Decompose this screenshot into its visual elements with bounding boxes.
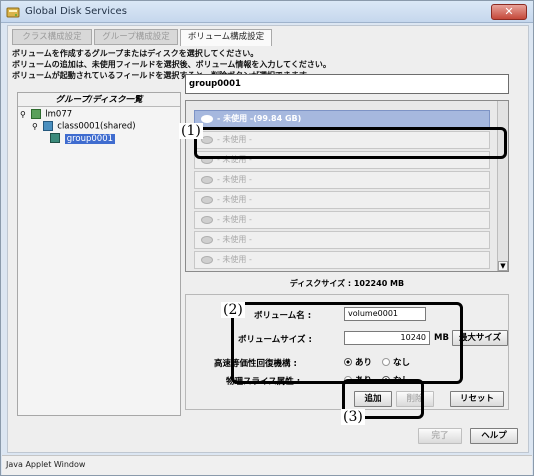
callout-label-2: (2) [221,302,245,318]
close-button[interactable]: ✕ [491,4,527,20]
instruction-line: ボリュームを作成するグループまたはディスクを選択してください。 [12,49,259,58]
volume-disk-icon [201,256,213,264]
callout-box-1 [194,127,507,159]
group-disk-tree: グループ/ディスク一覧 ⚲ lm077 ⚲ class0001(shared) … [17,92,181,416]
tree-item-label: group0001 [64,133,116,144]
disk-size-label: ディスクサイズ : 102240 MB [289,279,405,288]
tree-item-class[interactable]: ⚲ class0001(shared) [32,121,136,132]
callout-label-3: (3) [341,409,365,425]
volume-row-label: - 未使用 - [217,195,252,204]
tab-class-config[interactable]: クラス構成設定 [12,29,92,45]
volume-row-label: - 未使用 -(99.84 GB) [217,114,302,123]
tree-header: グループ/ディスク一覧 [18,93,180,107]
volume-list: - 未使用 -(99.84 GB) - 未使用 - - 未使用 - - 未使用 … [185,100,509,272]
callout-box-2 [231,302,463,384]
status-bar: Java Applet Window [2,455,532,475]
app-disk-icon [6,7,20,18]
volume-disk-icon [201,176,213,184]
title-bar: Global Disk Services ✕ [1,1,533,23]
volume-row-label: - 未使用 - [217,255,252,264]
volume-disk-icon [201,236,213,244]
expand-icon[interactable]: ⚲ [20,110,26,119]
host-icon [30,109,41,119]
done-button[interactable]: 完了 [418,428,462,444]
class-icon [42,121,53,131]
volume-disk-icon [201,216,213,224]
instruction-line: ボリュームの追加は、未使用フィールドを選択後、ボリューム情報を入力してください。 [12,60,331,69]
scroll-down-icon[interactable]: ▼ [498,261,508,271]
tree-item-label: lm077 [45,109,73,120]
tree-item-host[interactable]: ⚲ lm077 [20,109,72,120]
tab-volume-config[interactable]: ボリューム構成設定 [180,29,272,46]
volume-row[interactable]: - 未使用 - [194,251,490,269]
volume-row[interactable]: - 未使用 - [194,171,490,189]
group-icon [50,133,60,143]
volume-disk-icon [201,115,213,123]
volume-row[interactable]: - 未使用 - [194,231,490,249]
main-panel: クラス構成設定 グループ構成設定 ボリューム構成設定 ボリュームを作成するグルー… [7,25,529,453]
tree-item-group[interactable]: group0001 [50,133,116,144]
volume-row-label: - 未使用 - [217,235,252,244]
expand-icon[interactable]: ⚲ [32,122,38,131]
help-button[interactable]: ヘルプ [470,428,518,444]
window-title: Global Disk Services [25,6,127,17]
reset-button[interactable]: リセット [450,391,504,407]
volume-row-label: - 未使用 - [217,215,252,224]
application-window: Global Disk Services ✕ クラス構成設定 グループ構成設定 … [0,0,534,476]
tree-item-label: class0001(shared) [57,121,136,132]
volume-row[interactable]: - 未使用 - [194,211,490,229]
callout-label-1: (1) [179,123,203,139]
volume-disk-icon [201,196,213,204]
tab-group-config[interactable]: グループ構成設定 [94,29,178,45]
volume-row[interactable]: - 未使用 -(99.84 GB) [194,110,490,128]
selected-group-field: group0001 [185,74,509,94]
volume-row[interactable]: - 未使用 - [194,191,490,209]
volume-row-label: - 未使用 - [217,175,252,184]
